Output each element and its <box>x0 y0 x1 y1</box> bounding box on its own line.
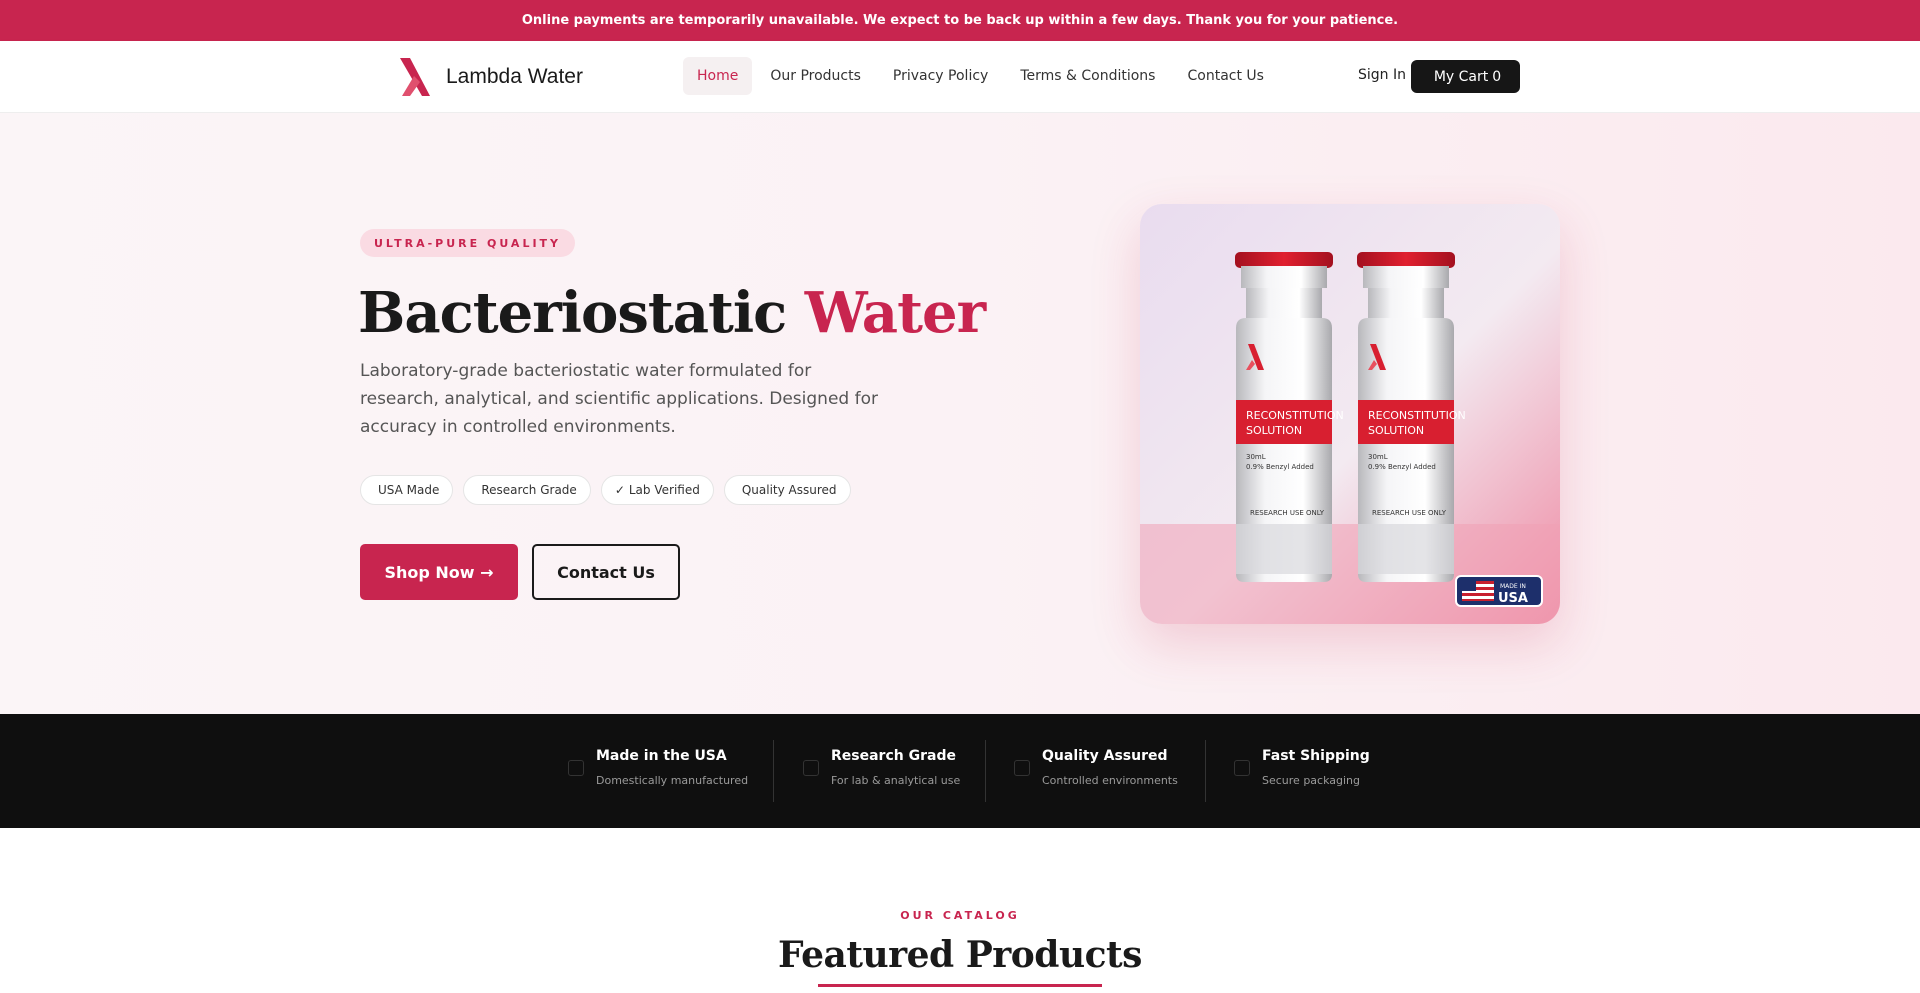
product-image: RECONSTITUTION SOLUTION 30mL 0.9% Benzyl… <box>1140 204 1560 624</box>
chip-quality-assured: Quality Assured <box>723 475 851 505</box>
vials-illustration: RECONSTITUTION SOLUTION 30mL 0.9% Benzyl… <box>1140 204 1560 624</box>
flask-icon <box>803 760 819 776</box>
catalog-title: Featured Products <box>778 934 1142 976</box>
features-bar: Made in the USA Domestically manufacture… <box>0 714 1920 828</box>
sign-in-link[interactable]: Sign In <box>1358 67 1406 83</box>
feature-subtitle: Controlled environments <box>1042 774 1178 787</box>
vial-footer-text: RESEARCH USE ONLY <box>1250 509 1325 517</box>
hero-badge: ULTRA-PURE QUALITY <box>360 229 576 257</box>
vial-footer-text: RESEARCH USE ONLY <box>1372 509 1447 517</box>
feature-divider <box>773 740 774 802</box>
feature-fast-shipping: Fast Shipping Secure packaging <box>1234 740 1370 802</box>
lambda-logo-icon <box>400 58 430 96</box>
shield-icon <box>1014 760 1030 776</box>
check-icon: ✓ <box>614 483 625 497</box>
vial-label-text: RECONSTITUTION <box>1246 409 1344 422</box>
nav-link-home[interactable]: Home <box>683 57 753 95</box>
site-header: Lambda Water Home Our Products Privacy P… <box>0 41 1920 113</box>
brand-logo[interactable]: Lambda Water <box>396 54 583 100</box>
hero-title: Bacteriostatic Water <box>358 273 986 353</box>
main-nav: Home Our Products Privacy Policy Terms &… <box>683 57 1278 95</box>
feature-title: Research Grade <box>831 748 956 764</box>
nav-link-our-products[interactable]: Our Products <box>756 57 875 95</box>
brand-name: Lambda Water <box>446 65 583 88</box>
contact-us-button[interactable]: Contact Us <box>532 544 680 600</box>
vial-label-text: RECONSTITUTION <box>1368 409 1466 422</box>
hero-title-accent: Water <box>804 280 986 346</box>
vial-volume-text: 30mL <box>1246 453 1266 461</box>
announcement-banner: Online payments are temporarily unavaila… <box>0 0 1920 41</box>
cart-button[interactable]: My Cart 0 <box>1411 60 1520 93</box>
flag-icon <box>568 760 584 776</box>
feature-divider <box>1205 740 1206 802</box>
feature-research-grade: Research Grade For lab & analytical use <box>803 740 961 802</box>
feature-title: Fast Shipping <box>1262 748 1370 764</box>
vial-additive-text: 0.9% Benzyl Added <box>1246 463 1314 471</box>
feature-subtitle: Secure packaging <box>1262 774 1360 787</box>
chip-usa-made: USA Made <box>360 475 454 505</box>
made-in-usa-seal: MADE IN USA <box>1455 575 1543 607</box>
catalog-eyebrow: OUR CATALOG <box>900 909 1020 922</box>
chip-label: USA Made <box>378 483 440 497</box>
feature-made-in-usa: Made in the USA Domestically manufacture… <box>568 740 749 802</box>
feature-quality-assured: Quality Assured Controlled environments <box>1014 740 1178 802</box>
catalog-title-underline <box>818 984 1102 987</box>
seal-usa-text: USA <box>1498 591 1528 606</box>
chip-label: Research Grade <box>481 483 577 497</box>
chip-lab-verified: ✓ Lab Verified <box>600 475 714 505</box>
vial-additive-text: 0.9% Benzyl Added <box>1368 463 1436 471</box>
feature-title: Made in the USA <box>596 748 727 764</box>
hero-section: ULTRA-PURE QUALITY Bacteriostatic Water … <box>0 113 1920 714</box>
feature-subtitle: Domestically manufactured <box>596 774 749 787</box>
hero-description: Laboratory-grade bacteriostatic water fo… <box>360 361 878 437</box>
vial-label-text: SOLUTION <box>1368 424 1424 437</box>
seal-made-in-text: MADE IN <box>1500 583 1526 590</box>
chip-label: Lab Verified <box>628 483 700 497</box>
nav-link-privacy-policy[interactable]: Privacy Policy <box>879 57 1002 95</box>
feature-title: Quality Assured <box>1042 748 1168 764</box>
nav-link-terms[interactable]: Terms & Conditions <box>1006 57 1169 95</box>
chip-research-grade: Research Grade <box>463 475 591 505</box>
truck-icon <box>1234 760 1250 776</box>
vial-label-text: SOLUTION <box>1246 424 1302 437</box>
banner-text: Online payments are temporarily unavaila… <box>521 13 1399 28</box>
cart-count: 0 <box>1492 68 1502 85</box>
hero-title-main: Bacteriostatic <box>358 280 787 346</box>
nav-link-contact-us[interactable]: Contact Us <box>1173 57 1277 95</box>
feature-subtitle: For lab & analytical use <box>831 774 961 787</box>
cart-label: My Cart <box>1433 68 1489 85</box>
vial-volume-text: 30mL <box>1368 453 1388 461</box>
shop-now-button[interactable]: Shop Now → <box>360 544 518 600</box>
feature-divider <box>985 740 986 802</box>
hero-chips: USA Made Research Grade ✓ Lab Verified Q… <box>360 475 851 505</box>
chip-label: Quality Assured <box>741 483 837 497</box>
